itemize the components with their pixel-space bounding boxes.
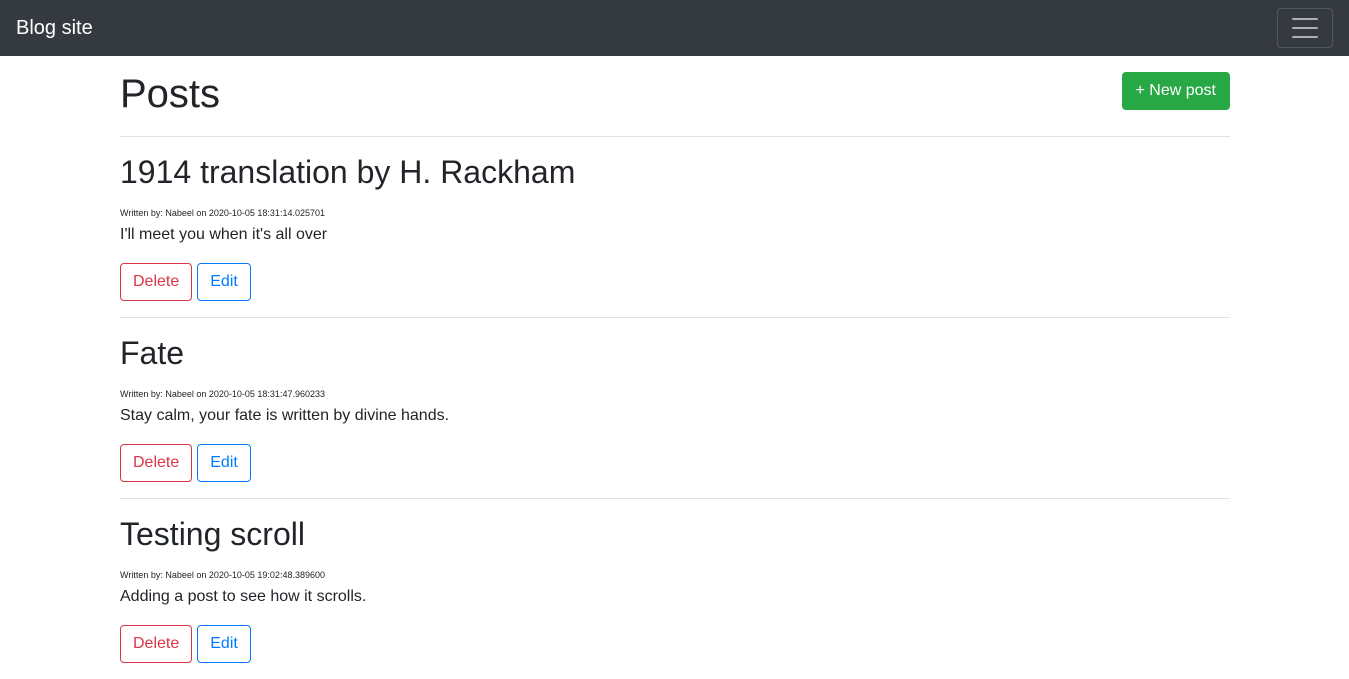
brand-link[interactable]: Blog site [16, 14, 93, 42]
post-actions: Delete Edit [120, 444, 251, 482]
main-container: Posts + New post 1914 translation by H. … [120, 56, 1230, 679]
edit-button[interactable]: Edit [197, 263, 251, 301]
post-meta: Written by: Nabeel on 2020-10-05 18:31:4… [120, 389, 325, 399]
hamburger-menu-icon [1292, 36, 1318, 38]
page-header: Posts + New post [120, 56, 1230, 137]
delete-button[interactable]: Delete [120, 263, 193, 301]
post-title: 1914 translation by H. Rackham [120, 154, 576, 190]
hamburger-menu-icon [1292, 18, 1318, 20]
post-title: Fate [120, 335, 185, 371]
post-item: Fate Written by: Nabeel on 2020-10-05 18… [120, 318, 1230, 499]
navbar-toggle-button[interactable] [1277, 8, 1333, 48]
post-meta: Written by: Nabeel on 2020-10-05 19:02:4… [120, 570, 325, 580]
page-title: Posts [120, 72, 221, 116]
post-body: Stay calm, your fate is written by divin… [120, 407, 450, 424]
new-post-button[interactable]: + New post [1121, 72, 1230, 110]
hamburger-menu-icon [1292, 27, 1318, 29]
delete-button[interactable]: Delete [120, 444, 193, 482]
post-body: I'll meet you when it's all over [120, 226, 328, 243]
post-title: Testing scroll [120, 516, 305, 552]
post-body: Adding a post to see how it scrolls. [120, 588, 367, 605]
post-meta: Written by: Nabeel on 2020-10-05 18:31:1… [120, 208, 325, 218]
post-actions: Delete Edit [120, 263, 251, 301]
delete-button[interactable]: Delete [120, 625, 193, 663]
post-item: Testing scroll Written by: Nabeel on 202… [120, 499, 1230, 679]
post-actions: Delete Edit [120, 625, 251, 663]
post-item: 1914 translation by H. Rackham Written b… [120, 137, 1230, 318]
edit-button[interactable]: Edit [197, 444, 251, 482]
edit-button[interactable]: Edit [197, 625, 251, 663]
navbar: Blog site [0, 0, 1349, 56]
